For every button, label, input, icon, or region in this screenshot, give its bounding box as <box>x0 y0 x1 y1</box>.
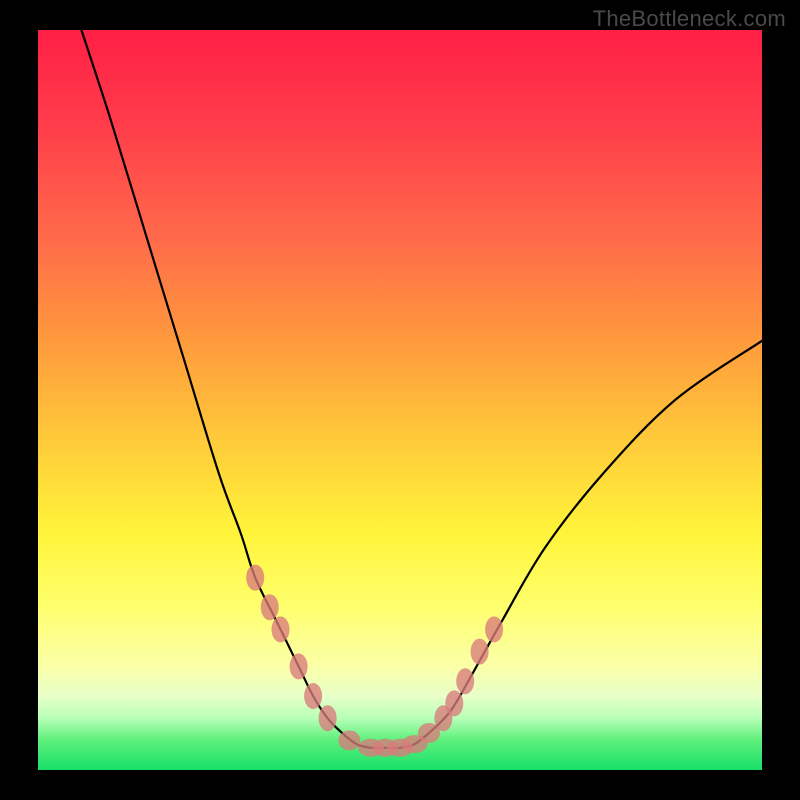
curve-marker <box>485 616 503 642</box>
curve-marker <box>456 668 474 694</box>
curve-marker <box>445 690 463 716</box>
curve-layer <box>38 30 762 770</box>
plot-area <box>38 30 762 770</box>
curve-marker <box>304 683 322 709</box>
curve-marker <box>272 616 290 642</box>
bottleneck-curve <box>81 30 762 748</box>
watermark-text: TheBottleneck.com <box>593 6 786 32</box>
curve-marker <box>319 705 337 731</box>
curve-marker <box>338 730 360 750</box>
curve-marker <box>246 565 264 591</box>
curve-marker <box>471 639 489 665</box>
chart-frame: TheBottleneck.com <box>0 0 800 800</box>
curve-marker <box>261 594 279 620</box>
marker-group <box>246 565 503 757</box>
curve-marker <box>290 653 308 679</box>
